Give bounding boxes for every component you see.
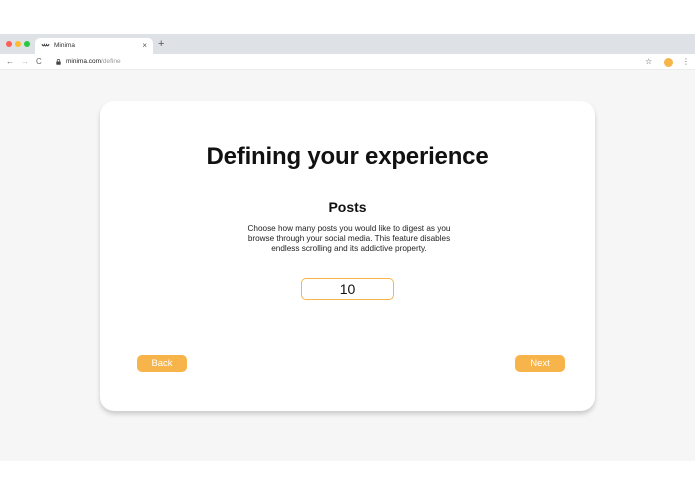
section-description: Choose how many posts you would like to … bbox=[247, 224, 451, 253]
new-tab-icon[interactable]: + bbox=[158, 38, 164, 50]
reload-icon[interactable]: C bbox=[36, 56, 42, 67]
tab-close-icon[interactable]: × bbox=[142, 40, 147, 51]
profile-avatar-icon[interactable] bbox=[664, 58, 673, 67]
minimize-window-button[interactable] bbox=[15, 41, 21, 47]
posts-count-input[interactable] bbox=[301, 278, 394, 300]
url-host: minima.com bbox=[66, 58, 102, 65]
address-bar[interactable]: minima.com/define bbox=[52, 56, 640, 68]
tab-strip: Minima × + bbox=[0, 34, 695, 54]
minima-logo-icon bbox=[41, 43, 50, 47]
back-icon[interactable]: ← bbox=[6, 56, 14, 67]
back-button[interactable]: Back bbox=[137, 355, 187, 372]
url-path: /define bbox=[101, 58, 121, 65]
forward-icon[interactable]: → bbox=[21, 56, 29, 67]
lock-icon bbox=[56, 59, 61, 65]
url-text: minima.com/define bbox=[66, 56, 121, 68]
setup-card: Defining your experience Posts Choose ho… bbox=[100, 101, 595, 411]
tab-title: Minima bbox=[54, 42, 75, 49]
browser-tab[interactable]: Minima × bbox=[35, 38, 153, 54]
close-window-button[interactable] bbox=[6, 41, 12, 47]
browser-window: Minima × + ← → C minima.com/define ☆ ⋮ D… bbox=[0, 34, 695, 461]
maximize-window-button[interactable] bbox=[24, 41, 30, 47]
browser-toolbar: ← → C minima.com/define ☆ ⋮ bbox=[0, 54, 695, 70]
browser-menu-icon[interactable]: ⋮ bbox=[682, 56, 690, 67]
page-title: Defining your experience bbox=[206, 143, 489, 170]
bookmark-star-icon[interactable]: ☆ bbox=[645, 56, 652, 67]
next-button[interactable]: Next bbox=[515, 355, 565, 372]
section-title: Posts bbox=[328, 199, 367, 215]
